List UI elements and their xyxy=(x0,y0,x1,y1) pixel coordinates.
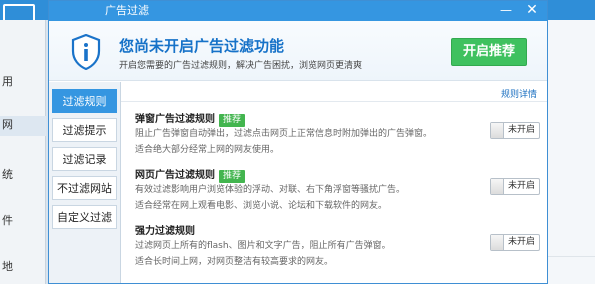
rule-note: 适合长时间上网，对网页整洁有较高要求的网友。 xyxy=(135,257,334,267)
banner-subtitle: 开启您需要的广告过滤规则，解决广告困扰，浏览网页更清爽 xyxy=(119,61,363,71)
rule-title: 弹窗广告过滤规则 推荐 xyxy=(135,110,246,127)
dialog-body: 过滤规则 过滤提示 过滤记录 不过滤网站 自定义过滤 规则详情 弹窗广告过滤规则… xyxy=(49,82,547,283)
rule-page-ads: 网页广告过滤规则 推荐 有效过滤影响用户浏览体验的浮动、对联、右下角浮窗等骚扰广告… xyxy=(135,166,540,222)
status-banner: 您尚未开启广告过滤功能 开启您需要的广告过滤规则，解决广告困扰，浏览网页更清爽 … xyxy=(49,21,547,81)
background-sidebar-item[interactable]: 统 xyxy=(0,166,46,186)
rule-toggle[interactable]: 未开启 xyxy=(490,178,540,195)
minimize-icon[interactable]: — xyxy=(493,1,519,21)
tab-filter-tips[interactable]: 过滤提示 xyxy=(52,118,117,142)
background-sidebar-item[interactable]: 地 xyxy=(0,258,46,278)
rule-description: 阻止广告弹窗自动弹出，过滤点击网页上正常信息时附加弹出的广告弹窗。 xyxy=(135,129,433,139)
background-divider xyxy=(548,256,595,257)
tab-no-filter-sites[interactable]: 不过滤网站 xyxy=(52,176,117,200)
banner-title: 您尚未开启广告过滤功能 xyxy=(119,37,285,55)
rules-panel: 规则详情 弹窗广告过滤规则 推荐 阻止广告弹窗自动弹出，过滤点击网页上正常信息时附… xyxy=(121,82,547,283)
enable-recommended-button[interactable]: 开启推荐 xyxy=(451,38,527,66)
ad-filter-dialog: 广告过滤 — ✕ 您尚未开启广告过滤功能 开启您需要的广告过滤规则，解决广告困扰… xyxy=(48,0,548,284)
rule-title-text: 弹窗广告过滤规则 xyxy=(135,114,215,125)
background-sidebar-item[interactable]: 件 xyxy=(0,212,46,232)
rule-title-text: 强力过滤规则 xyxy=(135,226,195,237)
rule-popup-ads: 弹窗广告过滤规则 推荐 阻止广告弹窗自动弹出，过滤点击网页上正常信息时附加弹出的广… xyxy=(135,110,540,166)
rule-description: 过滤网页上所有的flash、图片和文字广告，阻止所有广告弹窗。 xyxy=(135,241,391,251)
background-sidebar-item[interactable]: 用 xyxy=(0,73,46,93)
rule-toggle[interactable]: 未开启 xyxy=(490,122,540,139)
rule-note: 适合经常在网上观看电影、浏览小说、论坛和下载软件的网友。 xyxy=(135,201,388,211)
toggle-label: 未开启 xyxy=(507,181,535,191)
dialog-title: 广告过滤 xyxy=(105,4,149,17)
dialog-title-bar[interactable]: 广告过滤 — ✕ xyxy=(49,1,547,21)
rule-title-text: 网页广告过滤规则 xyxy=(135,170,215,181)
background-sidebar: 用 网 统 件 地 xyxy=(0,20,46,284)
background-right-panel xyxy=(548,20,595,284)
tab-list: 过滤规则 过滤提示 过滤记录 不过滤网站 自定义过滤 xyxy=(49,82,121,283)
toggle-label: 未开启 xyxy=(507,237,535,247)
shield-info-icon xyxy=(71,34,101,70)
background-sidebar-item[interactable]: 网 xyxy=(0,116,46,136)
toggle-knob xyxy=(491,235,504,250)
close-icon[interactable]: ✕ xyxy=(519,1,545,21)
rule-strong-filter: 强力过滤规则 过滤网页上所有的flash、图片和文字广告，阻止所有广告弹窗。 适… xyxy=(135,222,540,278)
toggle-knob xyxy=(491,179,504,194)
rules-detail-link[interactable]: 规则详情 xyxy=(501,87,537,100)
tab-filter-rules[interactable]: 过滤规则 xyxy=(52,89,117,113)
toggle-knob xyxy=(491,123,504,138)
tab-custom-filter[interactable]: 自定义过滤 xyxy=(52,205,117,229)
rule-description: 有效过滤影响用户浏览体验的浮动、对联、右下角浮窗等骚扰广告。 xyxy=(135,185,406,195)
rule-note: 适合绝大部分经常上网的网友使用。 xyxy=(135,145,280,155)
rule-title: 网页广告过滤规则 推荐 xyxy=(135,166,246,183)
rule-title: 强力过滤规则 xyxy=(135,222,195,237)
divider xyxy=(121,101,547,102)
rule-toggle[interactable]: 未开启 xyxy=(490,234,540,251)
tab-filter-log[interactable]: 过滤记录 xyxy=(52,147,117,171)
toggle-label: 未开启 xyxy=(507,125,535,135)
